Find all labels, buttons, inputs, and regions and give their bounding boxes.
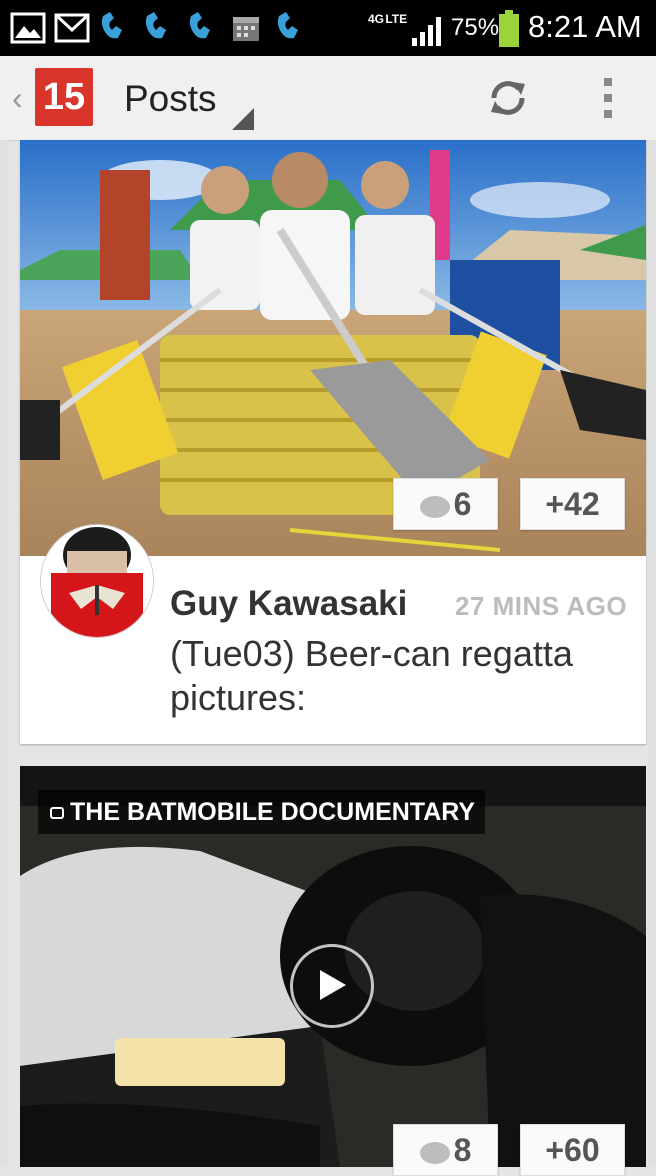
phone-icon: [189, 12, 210, 39]
page-title[interactable]: Posts: [124, 78, 217, 120]
list-gutter-right: [648, 140, 656, 1167]
network-label: 4G LTE: [368, 12, 408, 26]
phone-icon: [101, 12, 122, 39]
video-icon: [50, 807, 64, 820]
refresh-icon[interactable]: [486, 76, 530, 120]
comments-button[interactable]: 6: [393, 478, 498, 530]
post-text[interactable]: (Tue03) Beer-can regatta pictures:: [170, 632, 630, 720]
comments-button[interactable]: 8: [393, 1124, 498, 1176]
calendar-icon: [233, 17, 259, 41]
status-bar: 4G LTE 75% 8:21 AM: [0, 0, 656, 56]
comment-count: 6: [453, 486, 472, 522]
dropdown-indicator-icon[interactable]: [232, 108, 254, 130]
phone-icon: [145, 12, 166, 39]
post-author[interactable]: Guy Kawasaki: [170, 584, 407, 624]
plus-one-button[interactable]: +60: [520, 1124, 625, 1176]
battery-percent: 75%: [451, 14, 500, 41]
chevron-left-icon[interactable]: ‹: [12, 80, 23, 117]
image-icon: [10, 12, 46, 44]
signal-icon: [412, 17, 441, 46]
video-title: THE BATMOBILE DOCUMENTARY: [70, 798, 476, 826]
comment-count: 8: [453, 1132, 472, 1168]
video-title-tag[interactable]: THE BATMOBILE DOCUMENTARY: [38, 790, 486, 834]
action-bar: [0, 56, 656, 141]
list-gutter-left: [0, 140, 8, 1167]
plus-one-button[interactable]: +42: [520, 478, 625, 530]
comment-bubble-icon: [419, 1141, 450, 1164]
app-logo-badge[interactable]: 15: [35, 68, 93, 126]
avatar[interactable]: [40, 524, 154, 638]
gmail-icon: [54, 13, 90, 43]
phone-icon: [277, 12, 298, 39]
play-icon: [320, 970, 346, 1000]
comment-bubble-icon: [419, 495, 450, 518]
clock: 8:21 AM: [528, 9, 642, 44]
network-indicator: 4G LTE: [368, 10, 408, 50]
post-timestamp: 27 MINS AGO: [455, 591, 628, 621]
avatar-image: [41, 525, 153, 637]
battery-icon: [499, 10, 519, 47]
overflow-menu-icon[interactable]: [600, 76, 616, 120]
